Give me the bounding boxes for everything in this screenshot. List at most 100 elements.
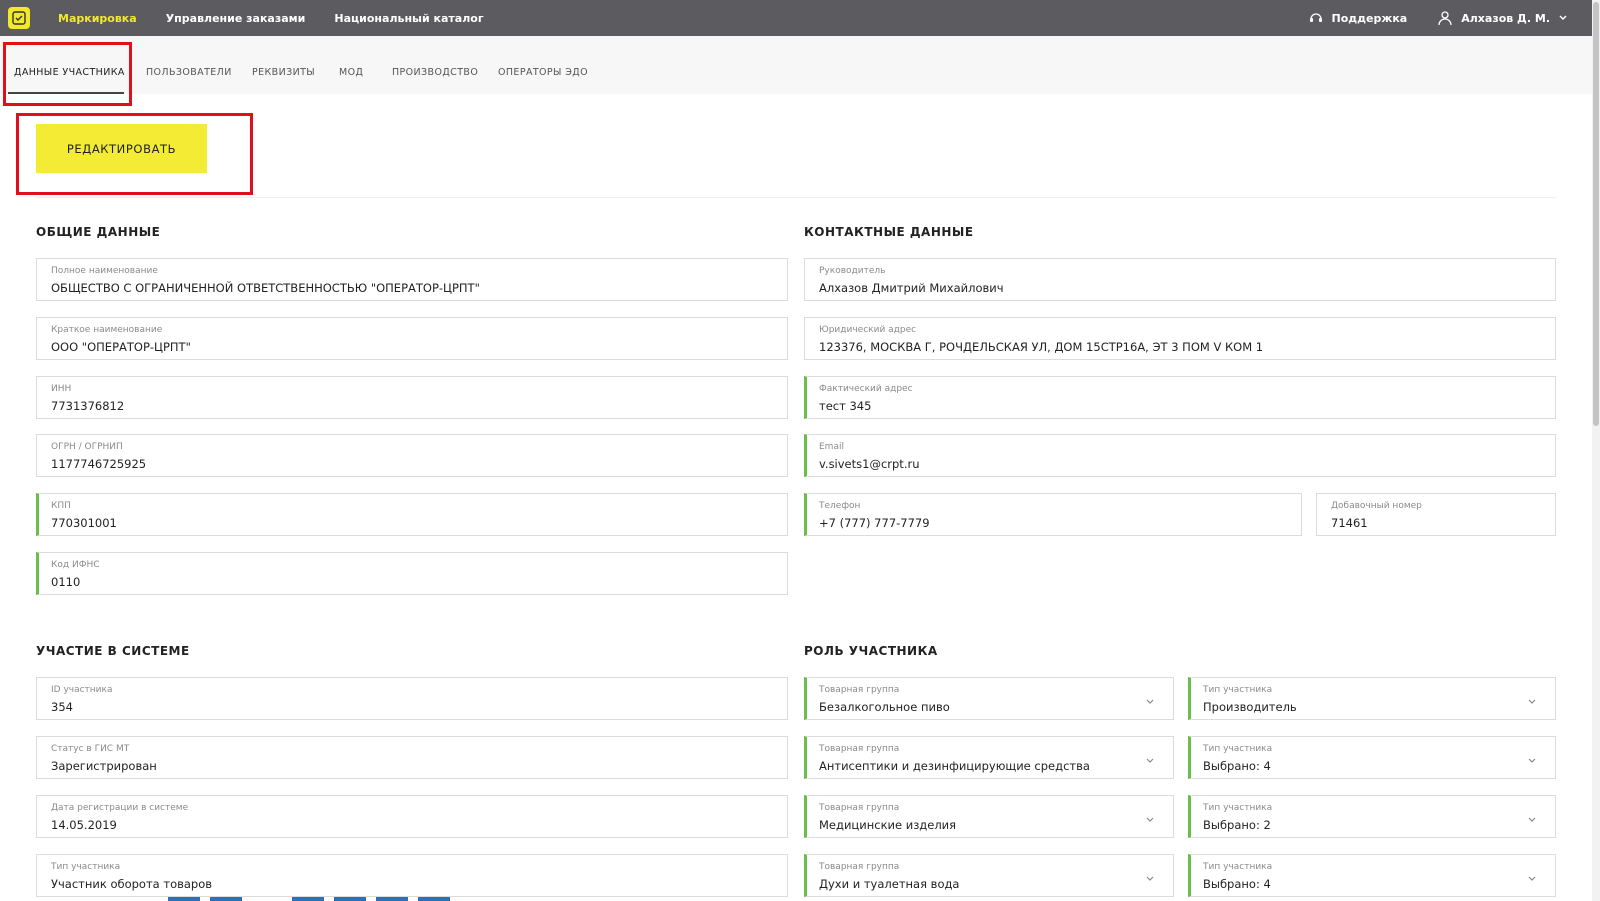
nav-orders[interactable]: Управление заказами [166, 12, 306, 25]
select-participant-type[interactable]: Тип участника Выбрано: 4 [1188, 854, 1556, 897]
footer-bar [334, 897, 366, 901]
field-label: ИНН [51, 384, 72, 394]
section-title-role: РОЛЬ УЧАСТНИКА [804, 644, 938, 658]
field-extension[interactable]: Добавочный номер 71461 [1316, 493, 1556, 536]
field-value: Производитель [1203, 700, 1297, 714]
top-navbar: Маркировка Управление заказами Националь… [0, 0, 1592, 36]
tab-edo-operators[interactable]: ОПЕРАТОРЫ ЭДО [498, 67, 588, 78]
field-registration-date[interactable]: Дата регистрации в системе 14.05.2019 [36, 795, 788, 838]
field-value: 71461 [1331, 516, 1368, 530]
field-label: Товарная группа [819, 803, 900, 813]
field-label: Товарная группа [819, 685, 900, 695]
tab-production[interactable]: ПРОИЗВОДСТВО [392, 67, 478, 78]
field-value: Зарегистрирован [51, 759, 157, 773]
field-value: Алхазов Дмитрий Михайлович [819, 281, 1004, 295]
highlight-box-edit [16, 113, 253, 195]
field-actual-address[interactable]: Фактический адрес тест 345 [804, 376, 1556, 419]
field-value: +7 (777) 777-7779 [819, 516, 930, 530]
field-value: 1177746725925 [51, 457, 147, 471]
chevron-down-icon[interactable] [1145, 692, 1155, 711]
field-participant-id[interactable]: ID участника 354 [36, 677, 788, 720]
logo-icon[interactable] [8, 7, 30, 29]
field-director[interactable]: Руководитель Алхазов Дмитрий Михайлович [804, 258, 1556, 301]
nav-marking[interactable]: Маркировка [58, 12, 137, 25]
section-title-contacts: КОНТАКТНЫЕ ДАННЫЕ [804, 225, 974, 239]
field-email[interactable]: Email v.sivets1@crpt.ru [804, 434, 1556, 477]
field-label: Товарная группа [819, 744, 900, 754]
field-label: Тип участника [1203, 862, 1273, 872]
chevron-down-icon[interactable] [1527, 869, 1537, 888]
support-link[interactable]: Поддержка [1332, 12, 1408, 25]
select-product-group[interactable]: Товарная группа Медицинские изделия [804, 795, 1174, 838]
select-product-group[interactable]: Товарная группа Безалкогольное пиво [804, 677, 1174, 720]
chevron-down-icon[interactable] [1145, 869, 1155, 888]
field-value: 354 [51, 700, 73, 714]
field-full-name[interactable]: Полное наименование ОБЩЕСТВО С ОГРАНИЧЕН… [36, 258, 788, 301]
user-menu[interactable]: Алхазов Д. М. [1461, 12, 1550, 25]
field-value: ОБЩЕСТВО С ОГРАНИЧЕННОЙ ОТВЕТСТВЕННОСТЬЮ… [51, 281, 480, 295]
field-label: КПП [51, 501, 71, 511]
field-ogrn[interactable]: ОГРН / ОГРНИП 1177746725925 [36, 434, 788, 477]
select-product-group[interactable]: Товарная группа Антисептики и дезинфицир… [804, 736, 1174, 779]
field-participant-type[interactable]: Тип участника Участник оборота товаров [36, 854, 788, 897]
user-icon[interactable] [1437, 10, 1453, 26]
field-label: Email [819, 442, 844, 452]
field-value: Выбрано: 4 [1203, 759, 1271, 773]
field-label: Добавочный номер [1331, 501, 1422, 511]
tab-requisites[interactable]: РЕКВИЗИТЫ [252, 67, 315, 78]
footer-bar [168, 897, 200, 901]
select-participant-type[interactable]: Тип участника Производитель [1188, 677, 1556, 720]
support-icon[interactable] [1308, 10, 1324, 26]
field-ifns-code[interactable]: Код ИФНС 0110 [36, 552, 788, 595]
field-label: Юридический адрес [819, 325, 917, 335]
field-value: Духи и туалетная вода [819, 877, 960, 891]
chevron-down-icon[interactable] [1145, 810, 1155, 829]
select-participant-type[interactable]: Тип участника Выбрано: 4 [1188, 736, 1556, 779]
field-value: тест 345 [819, 399, 872, 413]
divider [36, 197, 1556, 198]
footer-bar [210, 897, 242, 901]
field-value: 14.05.2019 [51, 818, 117, 832]
scrollbar-thumb[interactable] [1593, 2, 1599, 426]
field-legal-address[interactable]: Юридический адрес 123376, МОСКВА Г, РОЧД… [804, 317, 1556, 360]
field-label: ID участника [51, 685, 113, 695]
field-value: v.sivets1@crpt.ru [819, 457, 920, 471]
tab-mod[interactable]: МОД [339, 67, 363, 78]
field-label: Тип участника [1203, 744, 1273, 754]
field-value: Выбрано: 2 [1203, 818, 1271, 832]
field-value: ООО "ОПЕРАТОР-ЦРПТ" [51, 340, 191, 354]
field-label: Статус в ГИС МТ [51, 744, 130, 754]
section-title-participation: УЧАСТИЕ В СИСТЕМЕ [36, 644, 190, 658]
highlight-box-tab [3, 42, 132, 106]
field-label: Полное наименование [51, 266, 158, 276]
chevron-down-icon[interactable] [1558, 13, 1568, 23]
field-label: Тип участника [1203, 685, 1273, 695]
field-inn[interactable]: ИНН 7731376812 [36, 376, 788, 419]
field-kpp[interactable]: КПП 770301001 [36, 493, 788, 536]
field-label: Дата регистрации в системе [51, 803, 189, 813]
field-value: Безалкогольное пиво [819, 700, 950, 714]
field-gis-status[interactable]: Статус в ГИС МТ Зарегистрирован [36, 736, 788, 779]
field-label: Товарная группа [819, 862, 900, 872]
nav-catalog[interactable]: Национальный каталог [334, 12, 483, 25]
field-label: Код ИФНС [51, 560, 100, 570]
field-label: Тип участника [51, 862, 121, 872]
chevron-down-icon[interactable] [1145, 751, 1155, 770]
select-participant-type[interactable]: Тип участника Выбрано: 2 [1188, 795, 1556, 838]
field-value: Антисептики и дезинфицирующие средства [819, 759, 1090, 773]
tab-users[interactable]: ПОЛЬЗОВАТЕЛИ [146, 67, 232, 78]
field-label: Фактический адрес [819, 384, 913, 394]
chevron-down-icon[interactable] [1527, 810, 1537, 829]
footer-bar [418, 897, 450, 901]
footer-bar [376, 897, 408, 901]
page-scrollbar[interactable] [1592, 0, 1600, 901]
field-phone[interactable]: Телефон +7 (777) 777-7779 [804, 493, 1302, 536]
field-label: Краткое наименование [51, 325, 163, 335]
select-product-group[interactable]: Товарная группа Духи и туалетная вода [804, 854, 1174, 897]
tab-bar [0, 36, 1592, 94]
chevron-down-icon[interactable] [1527, 692, 1537, 711]
field-short-name[interactable]: Краткое наименование ООО "ОПЕРАТОР-ЦРПТ" [36, 317, 788, 360]
field-value: 0110 [51, 575, 81, 589]
chevron-down-icon[interactable] [1527, 751, 1537, 770]
footer-bar [292, 897, 324, 901]
